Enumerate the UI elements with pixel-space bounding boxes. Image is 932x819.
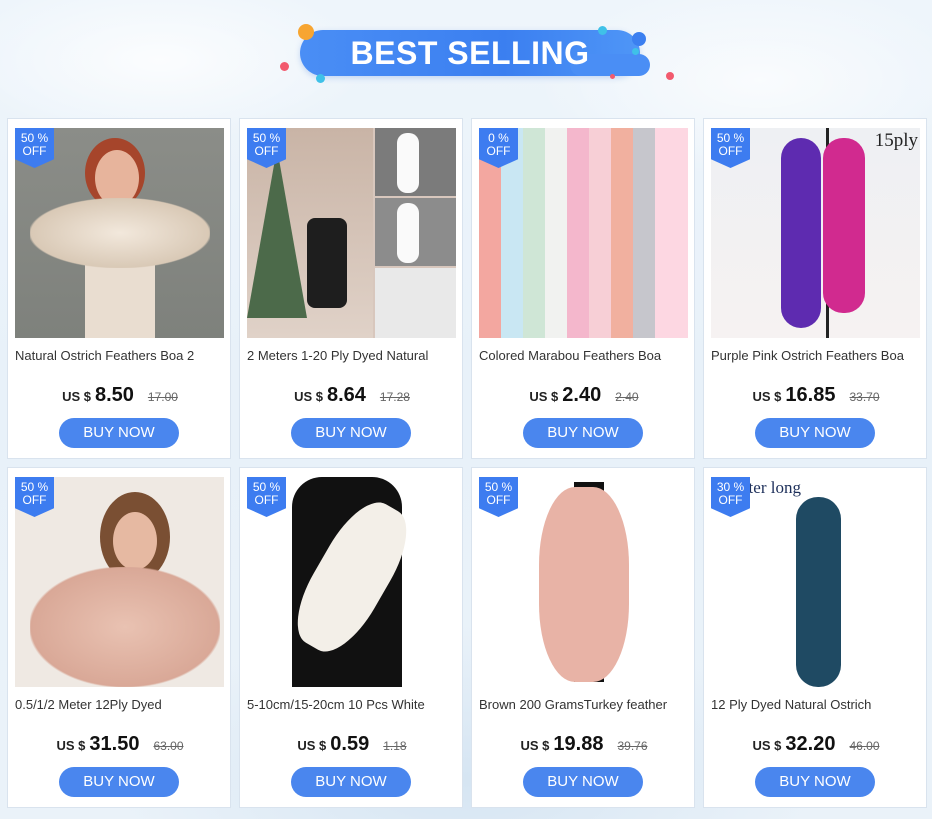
currency-label: US $ bbox=[752, 738, 782, 753]
discount-off-label: OFF bbox=[486, 493, 511, 507]
current-price: 32.20 bbox=[785, 733, 836, 755]
product-title[interactable]: Colored Marabou Feathers Boa bbox=[479, 348, 691, 363]
buy-now-button[interactable]: BUY NOW bbox=[755, 767, 875, 797]
discount-percent: 50 % bbox=[20, 131, 49, 145]
decor-dot bbox=[610, 74, 615, 79]
banner-title: BEST SELLING bbox=[350, 35, 590, 71]
product-title[interactable]: 0.5/1/2 Meter 12Ply Dyed bbox=[15, 697, 227, 712]
product-title[interactable]: 12 Ply Dyed Natural Ostrich bbox=[711, 697, 923, 712]
product-title[interactable]: 5-10cm/15-20cm 10 Pcs White bbox=[247, 697, 459, 712]
currency-label: US $ bbox=[294, 389, 323, 404]
decor-dot bbox=[316, 74, 325, 83]
current-price: 8.50 bbox=[94, 384, 134, 406]
buy-now-button[interactable]: BUY NOW bbox=[291, 418, 411, 448]
discount-percent: 50 % bbox=[252, 131, 281, 145]
price-row: US $16.85 33.70 bbox=[704, 384, 928, 407]
image-overlay-text: 15ply bbox=[874, 130, 918, 151]
original-price: 63.00 bbox=[153, 739, 184, 753]
product-card[interactable]: eter long 30 % OFF 12 Ply Dyed Natural Ostr… bbox=[703, 467, 927, 808]
current-price: 0.59 bbox=[330, 733, 370, 755]
current-price: 2.40 bbox=[562, 384, 602, 406]
product-card[interactable]: 50 % OFF 2 Meters 1-20 Ply Dyed Natural US … bbox=[239, 118, 463, 459]
decor-dot bbox=[280, 62, 289, 71]
buy-now-button[interactable]: BUY NOW bbox=[523, 767, 643, 797]
price-row: US $8.50 17.00 bbox=[8, 384, 232, 407]
original-price: 2.40 bbox=[615, 390, 639, 404]
product-card[interactable]: 50 % OFF Natural Ostrich Feathers Boa 2 US … bbox=[7, 118, 231, 459]
buy-now-button[interactable]: BUY NOW bbox=[523, 418, 643, 448]
product-card[interactable]: 0 % OFF Colored Marabou Feathers Boa US $2.… bbox=[471, 118, 695, 459]
buy-now-button[interactable]: BUY NOW bbox=[59, 418, 179, 448]
currency-label: US $ bbox=[297, 738, 327, 753]
price-row: US $31.50 63.00 bbox=[8, 733, 232, 756]
discount-percent: 50 % bbox=[20, 480, 49, 494]
decor-dot bbox=[666, 72, 674, 80]
price-row: US $19.88 39.76 bbox=[472, 733, 696, 756]
original-price: 33.70 bbox=[849, 390, 880, 404]
original-price: 39.76 bbox=[617, 739, 648, 753]
product-card[interactable]: 50 % OFF Brown 200 GramsTurkey feather US $… bbox=[471, 467, 695, 808]
price-row: US $2.40 2.40 bbox=[472, 384, 696, 407]
price-row: US $0.59 1.18 bbox=[240, 733, 464, 756]
discount-off-label: OFF bbox=[254, 144, 279, 158]
price-row: US $8.64 17.28 bbox=[240, 384, 464, 407]
currency-label: US $ bbox=[520, 738, 550, 753]
product-title[interactable]: 2 Meters 1-20 Ply Dyed Natural bbox=[247, 348, 459, 363]
discount-off-label: OFF bbox=[22, 144, 47, 158]
buy-now-button[interactable]: BUY NOW bbox=[291, 767, 411, 797]
buy-now-button[interactable]: BUY NOW bbox=[59, 767, 179, 797]
decor-dot bbox=[598, 26, 607, 35]
best-selling-banner: BEST SELLING bbox=[270, 18, 690, 90]
currency-label: US $ bbox=[56, 738, 86, 753]
current-price: 19.88 bbox=[553, 733, 604, 755]
current-price: 31.50 bbox=[89, 733, 140, 755]
currency-label: US $ bbox=[529, 389, 559, 404]
decor-dot bbox=[298, 24, 314, 40]
discount-percent: 30 % bbox=[716, 480, 745, 494]
product-title[interactable]: Brown 200 GramsTurkey feather bbox=[479, 697, 691, 712]
buy-now-button[interactable]: BUY NOW bbox=[755, 418, 875, 448]
product-card[interactable]: 15ply 50 % OFF Purple Pink Ostrich Feathers… bbox=[703, 118, 927, 459]
product-card[interactable]: 50 % OFF 0.5/1/2 Meter 12Ply Dyed US $31.50… bbox=[7, 467, 231, 808]
discount-percent: 50 % bbox=[252, 480, 281, 494]
discount-percent: 50 % bbox=[484, 480, 513, 494]
decor-dot bbox=[632, 32, 646, 46]
decor-dot bbox=[632, 48, 639, 55]
current-price: 16.85 bbox=[785, 384, 836, 406]
original-price: 46.00 bbox=[849, 739, 880, 753]
original-price: 17.00 bbox=[147, 390, 178, 404]
original-price: 1.18 bbox=[383, 739, 407, 753]
currency-label: US $ bbox=[752, 389, 782, 404]
product-title[interactable]: Natural Ostrich Feathers Boa 2 bbox=[15, 348, 227, 363]
discount-off-label: OFF bbox=[718, 144, 743, 158]
discount-off-label: OFF bbox=[718, 493, 743, 507]
current-price: 8.64 bbox=[326, 384, 366, 406]
discount-percent: 0 % bbox=[488, 131, 509, 145]
discount-off-label: OFF bbox=[254, 493, 279, 507]
currency-label: US $ bbox=[62, 389, 91, 404]
discount-off-label: OFF bbox=[22, 493, 47, 507]
product-title[interactable]: Purple Pink Ostrich Feathers Boa bbox=[711, 348, 923, 363]
price-row: US $32.20 46.00 bbox=[704, 733, 928, 756]
original-price: 17.28 bbox=[379, 390, 410, 404]
discount-off-label: OFF bbox=[486, 144, 511, 158]
discount-percent: 50 % bbox=[716, 131, 745, 145]
product-card[interactable]: 50 % OFF 5-10cm/15-20cm 10 Pcs White US $0.… bbox=[239, 467, 463, 808]
